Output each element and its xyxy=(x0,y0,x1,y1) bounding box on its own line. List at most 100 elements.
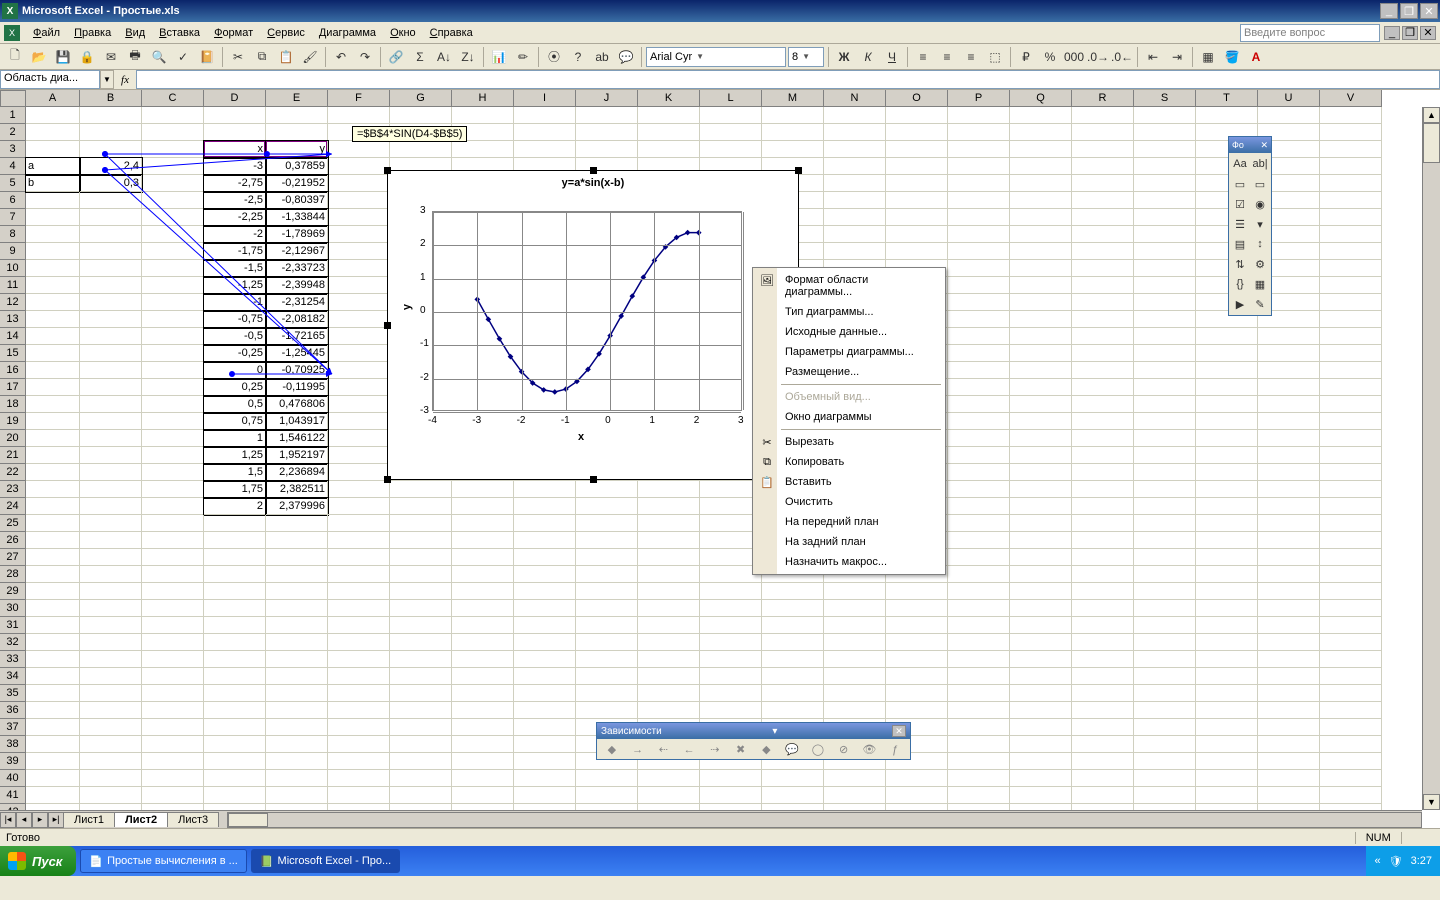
cell-A15[interactable] xyxy=(26,345,80,362)
cell-Q19[interactable] xyxy=(1010,413,1072,430)
cell-P1[interactable] xyxy=(948,107,1010,124)
cell-P39[interactable] xyxy=(948,753,1010,770)
hyperlink-button[interactable]: 🔗 xyxy=(385,46,407,68)
cell-V11[interactable] xyxy=(1320,277,1382,294)
cell-E36[interactable] xyxy=(266,702,328,719)
cell-R12[interactable] xyxy=(1072,294,1134,311)
cell-D24[interactable]: 2 xyxy=(204,498,266,515)
cell-F37[interactable] xyxy=(328,719,390,736)
ctx--[interactable]: ✂Вырезать xyxy=(755,432,943,452)
cell-K3[interactable] xyxy=(638,141,700,158)
cell-D9[interactable]: -1,75 xyxy=(204,243,266,260)
cell-Q13[interactable] xyxy=(1010,311,1072,328)
checkbox-control-icon[interactable]: ☑ xyxy=(1230,194,1250,214)
cell-H34[interactable] xyxy=(452,668,514,685)
cell-H37[interactable] xyxy=(452,719,514,736)
cell-M31[interactable] xyxy=(762,617,824,634)
cell-B31[interactable] xyxy=(80,617,142,634)
cell-C26[interactable] xyxy=(142,532,204,549)
rowhead-20[interactable]: 20 xyxy=(0,430,26,447)
cell-K36[interactable] xyxy=(638,702,700,719)
cell-T36[interactable] xyxy=(1196,702,1258,719)
cell-P33[interactable] xyxy=(948,651,1010,668)
cell-E14[interactable]: -1,72165 xyxy=(266,328,328,345)
cell-C30[interactable] xyxy=(142,600,204,617)
mdi-restore-button[interactable]: ❐ xyxy=(1402,26,1418,40)
cell-R6[interactable] xyxy=(1072,192,1134,209)
cell-K34[interactable] xyxy=(638,668,700,685)
cell-U27[interactable] xyxy=(1258,549,1320,566)
cell-O40[interactable] xyxy=(886,770,948,787)
cell-S26[interactable] xyxy=(1134,532,1196,549)
cell-U17[interactable] xyxy=(1258,379,1320,396)
cell-J25[interactable] xyxy=(576,515,638,532)
cell-V40[interactable] xyxy=(1320,770,1382,787)
cell-U33[interactable] xyxy=(1258,651,1320,668)
permission-button[interactable]: 🔒 xyxy=(76,46,98,68)
cell-B5[interactable]: 0,3 xyxy=(80,175,142,192)
cell-N2[interactable] xyxy=(824,124,886,141)
cell-I27[interactable] xyxy=(514,549,576,566)
italic-button[interactable]: К xyxy=(857,46,879,68)
rowhead-18[interactable]: 18 xyxy=(0,396,26,413)
cell-P25[interactable] xyxy=(948,515,1010,532)
cell-Q35[interactable] xyxy=(1010,685,1072,702)
cell-B21[interactable] xyxy=(80,447,142,464)
cell-U28[interactable] xyxy=(1258,566,1320,583)
cell-B6[interactable] xyxy=(80,192,142,209)
auditing-options-icon[interactable]: ▾ xyxy=(772,726,777,737)
cell-P7[interactable] xyxy=(948,209,1010,226)
cell-F22[interactable] xyxy=(328,464,390,481)
cell-C18[interactable] xyxy=(142,396,204,413)
cell-D15[interactable]: -0,25 xyxy=(204,345,266,362)
fill-color-button[interactable]: 🪣 xyxy=(1221,46,1243,68)
tray-lang-icon[interactable]: « xyxy=(1374,855,1380,867)
ctx--[interactable]: Очистить xyxy=(755,492,943,512)
cell-M36[interactable] xyxy=(762,702,824,719)
cell-A14[interactable] xyxy=(26,328,80,345)
cell-M2[interactable] xyxy=(762,124,824,141)
cell-U34[interactable] xyxy=(1258,668,1320,685)
cell-D2[interactable] xyxy=(204,124,266,141)
new-comment-icon[interactable]: 💬 xyxy=(780,740,804,759)
cell-S21[interactable] xyxy=(1134,447,1196,464)
cell-O32[interactable] xyxy=(886,634,948,651)
cell-G34[interactable] xyxy=(390,668,452,685)
combo-control-icon[interactable]: ▾ xyxy=(1250,214,1270,234)
chart-wizard-button[interactable]: 📊 xyxy=(488,46,510,68)
cell-L3[interactable] xyxy=(700,141,762,158)
cell-R2[interactable] xyxy=(1072,124,1134,141)
cell-A28[interactable] xyxy=(26,566,80,583)
cell-T32[interactable] xyxy=(1196,634,1258,651)
frame-control-icon[interactable]: ▤ xyxy=(1230,234,1250,254)
align-center-button[interactable]: ≡ xyxy=(936,46,958,68)
cell-V15[interactable] xyxy=(1320,345,1382,362)
cell-N29[interactable] xyxy=(824,583,886,600)
cell-C38[interactable] xyxy=(142,736,204,753)
cell-V20[interactable] xyxy=(1320,430,1382,447)
cell-V26[interactable] xyxy=(1320,532,1382,549)
cell-A29[interactable] xyxy=(26,583,80,600)
cell-C41[interactable] xyxy=(142,787,204,804)
cell-T23[interactable] xyxy=(1196,481,1258,498)
cell-Q14[interactable] xyxy=(1010,328,1072,345)
cell-B17[interactable] xyxy=(80,379,142,396)
cell-E24[interactable]: 2,379996 xyxy=(266,498,328,515)
cell-A22[interactable] xyxy=(26,464,80,481)
cell-E22[interactable]: 2,236894 xyxy=(266,464,328,481)
cell-R24[interactable] xyxy=(1072,498,1134,515)
cell-U35[interactable] xyxy=(1258,685,1320,702)
cell-P27[interactable] xyxy=(948,549,1010,566)
rowhead-40[interactable]: 40 xyxy=(0,770,26,787)
cell-D34[interactable] xyxy=(204,668,266,685)
rowhead-12[interactable]: 12 xyxy=(0,294,26,311)
cell-S27[interactable] xyxy=(1134,549,1196,566)
cell-I32[interactable] xyxy=(514,634,576,651)
cell-N33[interactable] xyxy=(824,651,886,668)
cell-Q29[interactable] xyxy=(1010,583,1072,600)
cell-V7[interactable] xyxy=(1320,209,1382,226)
column-headers[interactable]: ABCDEFGHIJKLMNOPQRSTUV xyxy=(26,90,1422,107)
cell-N36[interactable] xyxy=(824,702,886,719)
cell-U39[interactable] xyxy=(1258,753,1320,770)
ctx--[interactable]: 📋Вставить xyxy=(755,472,943,492)
